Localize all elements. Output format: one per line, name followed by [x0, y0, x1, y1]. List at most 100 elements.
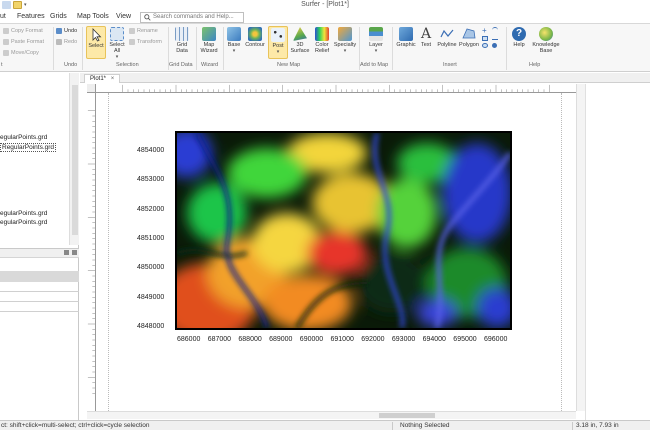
tree-item-grid[interactable]: egularPoints.grd	[0, 219, 47, 226]
help-button[interactable]: ? Help	[511, 27, 527, 48]
undo-group-label: Undo	[64, 62, 78, 68]
paste-format-icon	[3, 39, 9, 45]
move-copy-button[interactable]: Move/Copy	[3, 50, 39, 56]
base-map-button[interactable]: Base ▾	[226, 27, 242, 54]
y-tick-label: 4852000	[137, 205, 165, 213]
close-icon[interactable]: ×	[111, 76, 115, 82]
help-question-icon: ?	[512, 27, 526, 41]
redo-button[interactable]: Redo	[56, 39, 77, 45]
right-empty-area	[585, 84, 650, 420]
copy-format-icon	[3, 28, 9, 34]
y-tick-label: 4850000	[137, 264, 165, 272]
map-wizard-icon	[202, 27, 216, 41]
chevron-down-icon: ▾	[276, 49, 280, 55]
3d-surface-button[interactable]: 3D Surface	[290, 27, 310, 54]
text-a-icon: A	[420, 26, 432, 42]
polygon-button[interactable]: Polygon	[458, 27, 480, 48]
undo-icon	[56, 28, 62, 34]
rectangle-icon[interactable]	[482, 36, 488, 41]
map-wizard-button[interactable]: Map Wizard	[199, 27, 219, 54]
dot-icon[interactable]	[492, 43, 497, 48]
status-cursor-position: 3.18 in, 7.93 in	[576, 422, 619, 429]
status-hint: ct: shift+click=multi-select; ctrl+click…	[1, 422, 150, 429]
ribbon-separator	[196, 27, 197, 70]
curve-icon[interactable]	[492, 27, 498, 33]
specialty-map-icon	[338, 27, 352, 41]
document-tab-bar: Plot1* ×	[80, 73, 650, 83]
color-relief-button[interactable]: Color Relief	[312, 27, 332, 54]
y-tick-label: 4849000	[137, 293, 165, 301]
graphic-icon	[399, 27, 413, 41]
tab-grids[interactable]: Grids	[50, 13, 67, 20]
scrollbar-thumb[interactable]	[379, 413, 435, 418]
post-map-button[interactable]: Post ▾	[268, 26, 288, 59]
property-manager-tab-row[interactable]	[0, 271, 79, 282]
add-to-map-group-label: Add to Map	[360, 62, 389, 68]
polyline-icon	[440, 29, 454, 38]
chevron-down-icon: ▾	[232, 48, 236, 54]
grid-data-button[interactable]: Grid Data	[172, 27, 192, 54]
x-tick-label: 693000	[391, 336, 416, 343]
contour-map-button[interactable]: Contour	[244, 27, 266, 48]
move-copy-icon	[3, 50, 9, 56]
horizontal-ruler	[96, 84, 576, 93]
text-button[interactable]: A Text	[418, 27, 434, 48]
tree-item-grid-selected[interactable]: RegularPoints.grd	[0, 143, 57, 152]
rename-button[interactable]: Rename	[129, 28, 158, 34]
knowledge-base-button[interactable]: Knowledge Base	[530, 27, 562, 54]
tab-plot1[interactable]: Plot1* ×	[84, 74, 121, 83]
select-all-button[interactable]: Select All ▾	[108, 27, 126, 60]
layer-button[interactable]: Layer ▾	[366, 27, 386, 54]
relief-map-image	[177, 133, 510, 328]
select-button[interactable]: Select	[86, 26, 106, 59]
vertical-scrollbar[interactable]	[576, 84, 585, 411]
ribbon-separator	[223, 27, 224, 70]
scrollbar-thumb[interactable]	[72, 85, 78, 235]
property-row-divider	[0, 301, 79, 302]
tab-map-tools[interactable]: Map Tools	[77, 13, 109, 20]
tab-view[interactable]: View	[116, 13, 131, 20]
new-map-group-label: New Map	[277, 62, 301, 68]
clipboard-group-label: t	[1, 62, 3, 68]
transform-button[interactable]: Transform	[129, 39, 162, 45]
property-manager-header	[0, 248, 79, 258]
status-bar: ct: shift+click=multi-select; ctrl+click…	[0, 420, 650, 430]
close-icon[interactable]	[72, 250, 77, 255]
polyline-button[interactable]: Polyline	[436, 27, 458, 48]
object-manager-scrollbar[interactable]	[69, 73, 79, 245]
menu-bar: ut Features Grids Map Tools View Search …	[0, 10, 650, 24]
rename-icon	[129, 28, 135, 34]
x-tick-label: 694000	[422, 336, 446, 343]
wizard-group-label: Wizard	[201, 62, 219, 68]
contour-map-icon	[248, 27, 262, 41]
plus-icon[interactable]: +	[482, 27, 489, 35]
ruler-corner	[87, 84, 96, 93]
x-tick-label: 692000	[361, 336, 385, 343]
y-tick-label: 4854000	[137, 147, 165, 154]
color-relief-map[interactable]	[175, 131, 512, 330]
ribbon-separator	[506, 27, 507, 70]
specialty-map-button[interactable]: Specialty ▾	[334, 27, 356, 54]
status-divider	[392, 422, 393, 430]
x-tick-label: 688000	[238, 336, 262, 343]
chevron-down-icon: ▾	[115, 54, 119, 60]
tree-item-grid[interactable]: egularPoints.grd	[0, 134, 47, 141]
tab-layout[interactable]: ut	[0, 13, 6, 20]
tree-item-grid[interactable]: egularPoints.grd	[0, 210, 47, 217]
undo-button[interactable]: Undo	[56, 28, 77, 34]
tab-features[interactable]: Features	[17, 13, 45, 20]
pin-icon[interactable]	[64, 250, 69, 255]
line-icon[interactable]	[492, 39, 498, 40]
x-tick-label: 690000	[299, 336, 324, 343]
y-tick-label: 4851000	[137, 234, 165, 242]
x-tick-label: 696000	[484, 336, 508, 343]
search-commands-input[interactable]: Search commands and Help...	[140, 12, 244, 23]
selection-group-label: Selection	[116, 62, 139, 68]
paste-format-button[interactable]: Paste Format	[3, 39, 44, 45]
graphic-button[interactable]: Graphic	[395, 27, 417, 48]
ellipse-icon[interactable]	[482, 43, 488, 48]
horizontal-scrollbar[interactable]	[87, 411, 576, 419]
object-manager-panel: egularPoints.grd RegularPoints.grd egula…	[0, 73, 79, 420]
panel-controls	[64, 250, 77, 255]
copy-format-button[interactable]: Copy Format	[3, 28, 43, 34]
